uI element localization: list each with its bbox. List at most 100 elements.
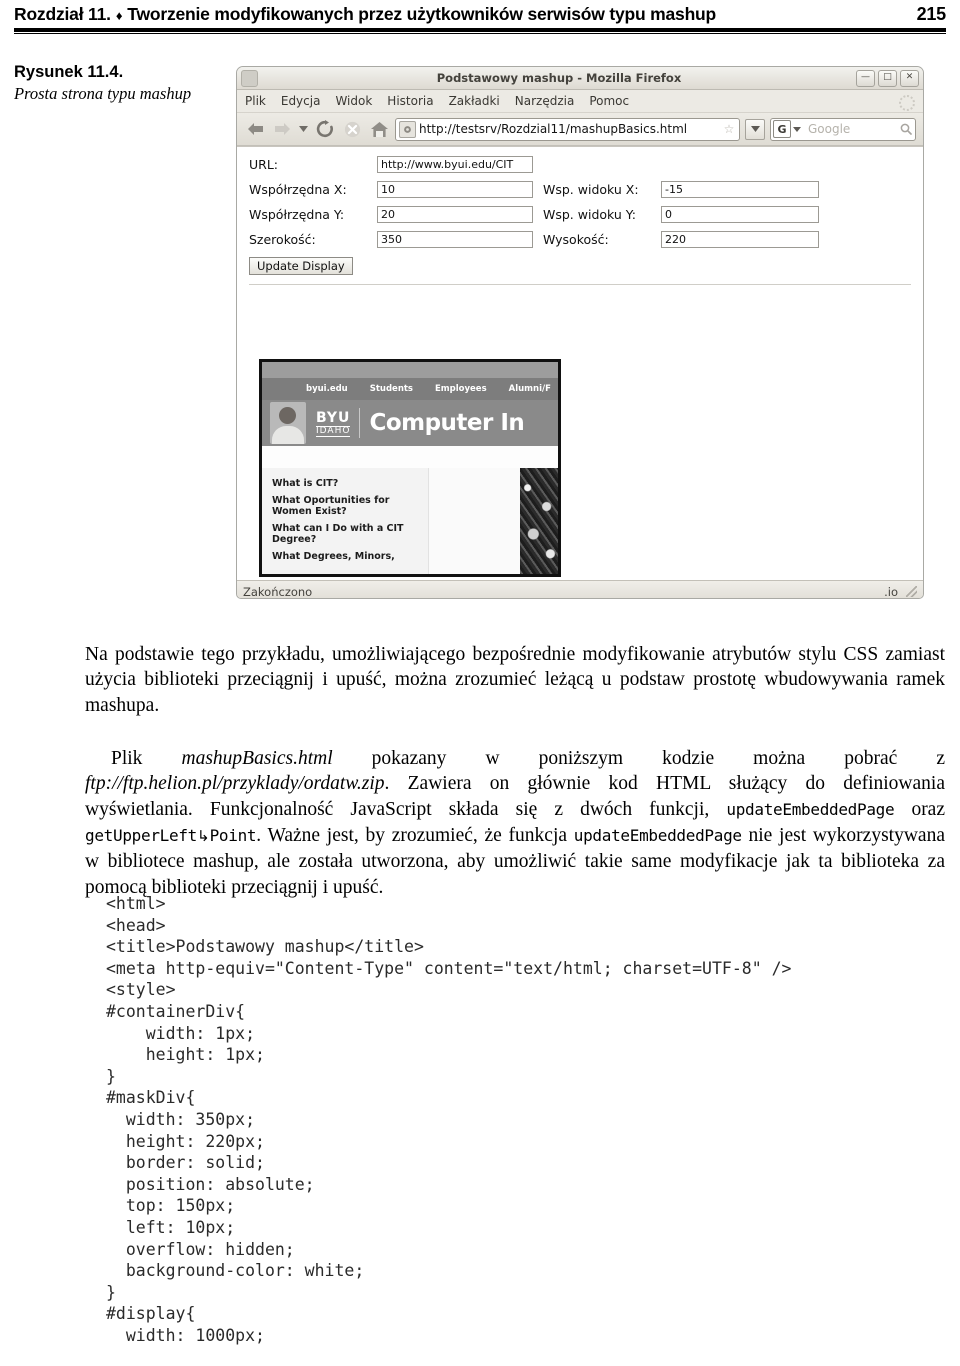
embedded-page-nav: byui.edu Students Employees Alumni/F xyxy=(262,378,558,400)
line-wrap-arrow-icon: ↳ xyxy=(197,827,210,846)
menu-item-historia[interactable]: Historia xyxy=(387,94,433,108)
url-bar[interactable]: http://testsrv/Rozdzial11/mashupBasics.h… xyxy=(395,117,740,141)
coord-y-input[interactable]: 20 xyxy=(377,206,533,223)
viewport-x-input[interactable]: -15 xyxy=(661,181,819,198)
running-head-chapter: Rozdział 11. xyxy=(14,4,111,24)
url-text: http://testsrv/Rozdzial11/mashupBasics.h… xyxy=(419,122,688,136)
coord-y-label: Współrzędna Y: xyxy=(249,207,345,222)
code-line: #containerDiv{ xyxy=(106,1001,246,1021)
embedded-question-links: What is CIT? What Oportunities for Women… xyxy=(262,468,428,574)
browser-statusbar: Zakończono .io xyxy=(237,580,923,599)
code-line: <style> xyxy=(106,980,176,1000)
embedded-page-mask: byui.edu Students Employees Alumni/F BYU… xyxy=(259,359,561,577)
close-button[interactable]: ✕ xyxy=(900,69,919,87)
form-separator-rule xyxy=(249,284,911,285)
back-arrow-icon[interactable] xyxy=(244,118,266,140)
p2-ftp-link: ftp://ftp.helion.pl/przyklady/ordatw.zip xyxy=(85,773,385,795)
resize-grip-icon[interactable] xyxy=(906,586,917,597)
p2-code-updateembeddedpage-2: updateEmbeddedPage xyxy=(573,826,742,846)
menu-item-widok[interactable]: Widok xyxy=(335,94,372,108)
status-text: Zakończono xyxy=(243,584,313,599)
viewport-x-label: Wsp. widoku X: xyxy=(543,182,639,197)
forward-arrow-icon xyxy=(271,118,293,140)
url-field-input[interactable]: http://www.byui.edu/CIT xyxy=(377,156,533,173)
browser-titlebar: Podstawowy mashup - Mozilla Firefox — □ … xyxy=(237,67,923,90)
height-label: Wysokość: xyxy=(543,232,609,247)
embedded-link-2[interactable]: What Oportunities for Women Exist? xyxy=(272,495,420,518)
embedded-campus-photo xyxy=(520,468,558,574)
form-row-size: Szerokość: 350 Wysokość: 220 xyxy=(249,230,911,249)
url-field-label: URL: xyxy=(249,157,279,172)
p2-code-updateembeddedpage-1: updateEmbeddedPage xyxy=(726,800,895,820)
viewport-y-label: Wsp. widoku Y: xyxy=(543,207,636,222)
width-input[interactable]: 350 xyxy=(377,231,533,248)
search-engine-chevron-icon[interactable] xyxy=(791,118,802,140)
page-favicon-icon xyxy=(399,120,416,138)
form-row-url: URL: http://www.byui.edu/CIT xyxy=(249,155,911,174)
embedded-link-4[interactable]: What Degrees, Minors, xyxy=(272,551,420,563)
width-label: Szerokość: xyxy=(249,232,316,247)
p2-text-1: Plik xyxy=(111,747,182,769)
window-controls: — □ ✕ xyxy=(856,69,919,87)
browser-content-area: URL: http://www.byui.edu/CIT Współrzędna… xyxy=(237,146,923,580)
code-line: height: 220px; xyxy=(106,1131,265,1151)
menu-item-narzedzia[interactable]: Narzędzia xyxy=(515,94,575,108)
code-listing: <html> <head> <title>Podstawowy mashup</ti… xyxy=(106,893,926,1346)
code-line: border: solid; xyxy=(106,1153,265,1173)
menu-item-plik[interactable]: Plik xyxy=(245,94,266,108)
mashup-control-form: URL: http://www.byui.edu/CIT Współrzędna… xyxy=(249,155,911,285)
code-line: left: 10px; xyxy=(106,1217,236,1237)
brand-byu-text: BYU xyxy=(316,409,351,427)
code-line: width: 350px; xyxy=(106,1109,256,1129)
search-input[interactable]: Google xyxy=(802,122,899,136)
bookmark-star-icon[interactable]: ☆ xyxy=(721,122,737,136)
home-icon[interactable] xyxy=(368,118,390,140)
browser-window-title: Podstawowy mashup - Mozilla Firefox xyxy=(436,71,682,85)
p2-text-4: oraz xyxy=(894,799,945,821)
coord-x-input[interactable]: 10 xyxy=(377,181,533,198)
magnifier-icon[interactable] xyxy=(899,122,913,136)
minimize-button[interactable]: — xyxy=(856,69,875,87)
paragraph-2: Plik mashupBasics.html pokazany w poniżs… xyxy=(85,746,945,902)
code-line: } xyxy=(106,1282,116,1302)
update-display-button[interactable]: Update Display xyxy=(249,257,353,275)
code-line: <html> xyxy=(106,894,166,913)
embedded-nav-alumni[interactable]: Alumni/F xyxy=(509,384,551,394)
diamond-icon: ♦ xyxy=(115,8,123,23)
menu-item-zakladki[interactable]: Zakładki xyxy=(449,94,500,108)
firefox-app-icon xyxy=(241,69,258,87)
url-dropdown-button[interactable] xyxy=(745,118,765,140)
student-photo-icon xyxy=(270,402,306,444)
code-line: #maskDiv{ xyxy=(106,1088,196,1108)
search-engine-icon[interactable]: G xyxy=(773,120,791,138)
viewport-y-input[interactable]: 0 xyxy=(661,206,819,223)
p2-text-2: pokazany w poniższym kodzie można pobrać… xyxy=(332,747,945,769)
browser-navigation-toolbar: http://testsrv/Rozdzial11/mashupBasics.h… xyxy=(237,113,923,146)
height-input[interactable]: 220 xyxy=(661,231,819,248)
code-line: #display{ xyxy=(106,1304,196,1324)
code-line: <meta http-equiv="Content-Type" content=… xyxy=(106,958,792,978)
status-right-text: .io xyxy=(884,584,898,599)
embedded-page-body: What is CIT? What Oportunities for Women… xyxy=(262,468,558,574)
maximize-button[interactable]: □ xyxy=(878,69,897,87)
reload-icon[interactable] xyxy=(314,118,336,140)
code-line: position: absolute; xyxy=(106,1174,315,1194)
embedded-nav-byui[interactable]: byui.edu xyxy=(306,384,348,394)
header-divider xyxy=(359,408,361,438)
figure-title: Prosta strona typu mashup xyxy=(14,84,192,104)
embedded-nav-employees[interactable]: Employees xyxy=(435,384,487,394)
embedded-link-1[interactable]: What is CIT? xyxy=(272,478,420,490)
menu-item-edycja[interactable]: Edycja xyxy=(281,94,321,108)
figure-number: Rysunek 11.4. xyxy=(14,63,124,81)
p2-code-point: Point xyxy=(209,826,257,846)
code-line: height: 1px; xyxy=(106,1045,265,1065)
search-bar[interactable]: G Google xyxy=(770,117,916,141)
byu-idaho-logo: BYU IDAHO xyxy=(316,409,351,438)
running-head-title: Rozdział 11. ♦ Tworzenie modyfikowanych pr… xyxy=(14,4,716,25)
embedded-nav-students[interactable]: Students xyxy=(370,384,413,394)
embedded-link-3[interactable]: What can I Do with a CIT Degree? xyxy=(272,523,420,546)
p2-text-5: . Ważne jest, by zrozumieć, że funkcja xyxy=(256,825,574,847)
chevron-down-icon[interactable] xyxy=(298,118,309,140)
form-row-coord-y: Współrzędna Y: 20 Wsp. widoku Y: 0 xyxy=(249,205,911,224)
menu-item-pomoc[interactable]: Pomoc xyxy=(589,94,629,108)
